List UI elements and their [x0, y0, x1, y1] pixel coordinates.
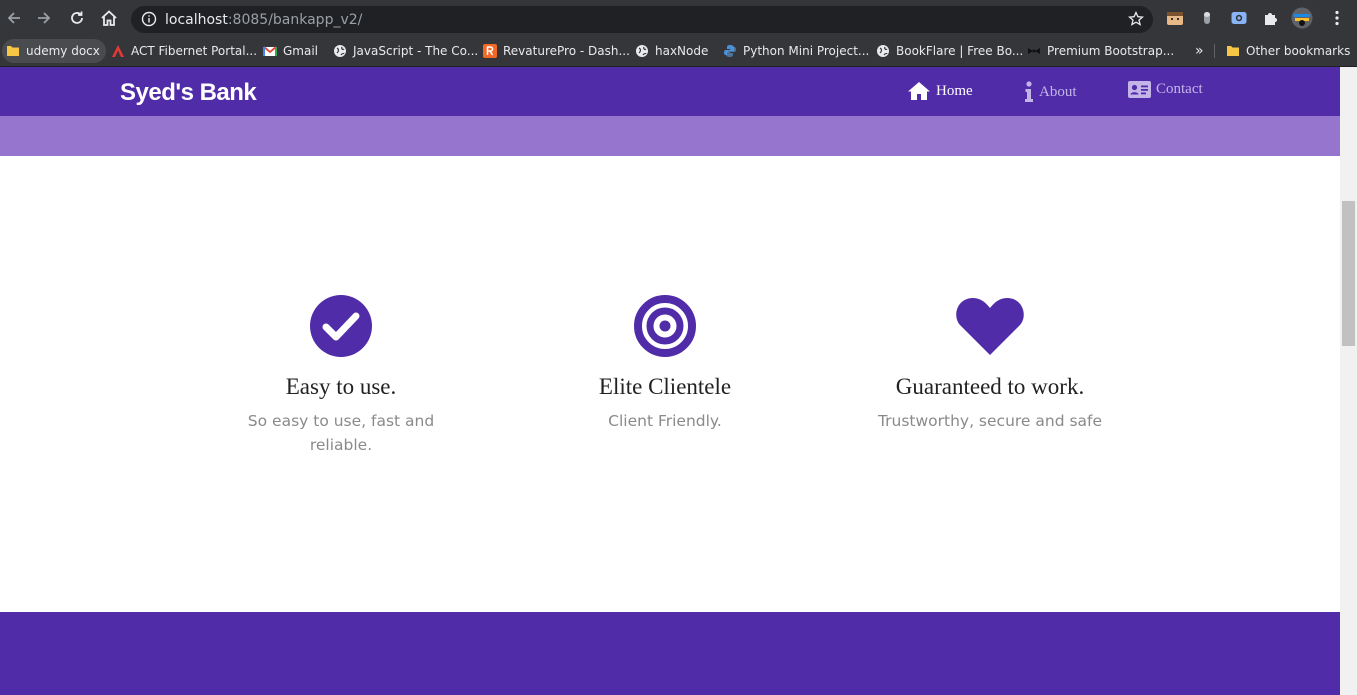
- folder-icon: [6, 44, 20, 58]
- bookmark-star-icon: [1128, 11, 1144, 26]
- home-button[interactable]: [97, 6, 121, 30]
- feature-title: Guaranteed to work.: [895, 374, 1085, 399]
- revature-icon: [483, 44, 497, 58]
- info-icon: [1025, 81, 1033, 102]
- bookmarks-divider: [1214, 44, 1215, 58]
- page-scrollbar[interactable]: [1340, 67, 1357, 695]
- bookmark-item[interactable]: ACT Fibernet Portal...: [111, 37, 257, 65]
- act-logo-icon: [111, 44, 125, 58]
- info-circle-icon: [141, 11, 157, 27]
- site-brand[interactable]: Syed's Bank: [120, 79, 257, 107]
- extension-capsule-icon[interactable]: [1198, 9, 1216, 27]
- globe-icon: [876, 44, 890, 58]
- menu-kebab-icon[interactable]: [1328, 9, 1346, 27]
- address-bar[interactable]: localhost:8085/bankapp_v2/: [131, 6, 1153, 33]
- url-text: localhost:8085/bankapp_v2/: [165, 12, 363, 28]
- feature-description: Trustworthy, secure and safe: [877, 412, 1103, 430]
- id-card-icon: [1128, 81, 1151, 98]
- bookmarks-bar: udemy docx ACT Fibernet Portal... Gmail …: [0, 37, 1357, 67]
- bookmark-item[interactable]: JavaScript - The Co...: [333, 37, 478, 65]
- bookmark-item[interactable]: BookFlare | Free Bo...: [876, 37, 1023, 65]
- globe-icon: [635, 44, 649, 58]
- heart-icon: [950, 294, 1030, 358]
- extensions-puzzle-icon[interactable]: [1262, 9, 1280, 27]
- back-button[interactable]: [2, 6, 26, 30]
- other-bookmarks-button[interactable]: Other bookmarks: [1226, 37, 1350, 65]
- home-icon: [908, 82, 930, 100]
- reload-button[interactable]: [65, 6, 89, 30]
- site-navbar: Syed's Bank Home About Contact: [0, 67, 1340, 116]
- arrow-right-icon: [38, 12, 51, 24]
- feature-title: Easy to use.: [285, 374, 397, 399]
- bullseye-icon: [625, 294, 705, 358]
- arrow-left-icon: [7, 12, 20, 24]
- bookmark-item[interactable]: Premium Bootstrap...: [1027, 37, 1174, 65]
- bookmark-item[interactable]: udemy docx: [2, 39, 106, 63]
- globe-icon: [333, 44, 347, 58]
- extension-screen-icon[interactable]: [1230, 9, 1248, 27]
- browser-toolbar: localhost:8085/bankapp_v2/: [0, 0, 1357, 37]
- feature-description: So easy to use, fast and reliable.: [247, 412, 435, 454]
- folder-icon: [1226, 44, 1240, 58]
- gmail-icon: [263, 44, 277, 58]
- scrollbar-thumb[interactable]: [1342, 201, 1355, 346]
- bookmark-item[interactable]: RevaturePro - Dash...: [483, 37, 630, 65]
- reload-icon: [71, 11, 83, 24]
- feature-guaranteed: Guaranteed to work. Trustworthy, secure …: [830, 294, 1150, 433]
- bookmark-item[interactable]: Python Mini Project...: [723, 37, 869, 65]
- profile-avatar[interactable]: [1291, 7, 1313, 29]
- footer-section: [0, 612, 1340, 695]
- feature-easy: Easy to use. So easy to use, fast and re…: [181, 294, 501, 457]
- python-icon: [723, 44, 737, 58]
- nav-contact[interactable]: Contact: [1128, 81, 1203, 98]
- bookmark-item[interactable]: haxNode: [635, 37, 708, 65]
- bookmarks-overflow-button[interactable]: »: [1195, 37, 1204, 65]
- page-viewport: Syed's Bank Home About Contact Easy to u…: [0, 67, 1340, 695]
- bow-icon: [1027, 44, 1041, 58]
- house-icon: [101, 10, 117, 26]
- check-circle-icon: [301, 294, 381, 358]
- nav-about[interactable]: About: [1024, 81, 1077, 103]
- extension-face-icon[interactable]: [1166, 9, 1184, 27]
- forward-button[interactable]: [32, 6, 56, 30]
- feature-title: Elite Clientele: [598, 374, 732, 399]
- hero-band: [0, 116, 1340, 156]
- feature-elite: Elite Clientele Client Friendly.: [505, 294, 825, 433]
- feature-description: Client Friendly.: [608, 412, 722, 430]
- nav-home[interactable]: Home: [907, 81, 973, 101]
- bookmark-item[interactable]: Gmail: [263, 37, 318, 65]
